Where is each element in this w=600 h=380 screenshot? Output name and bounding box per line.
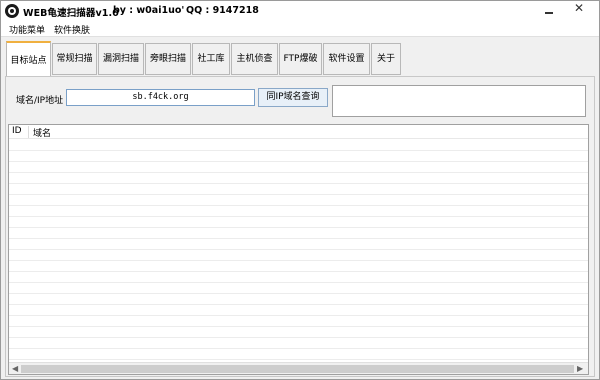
row-gridline: [9, 172, 588, 173]
horizontal-scrollbar[interactable]: ◀ ▶: [9, 362, 588, 374]
row-gridline: [9, 282, 588, 283]
scroll-right-icon[interactable]: ▶: [577, 364, 583, 373]
row-gridline: [9, 183, 588, 184]
app-logo-icon: [5, 4, 19, 18]
list-rows: [9, 139, 588, 362]
qq-text: QQ : 9147218: [186, 5, 259, 16]
row-gridline: [9, 315, 588, 316]
domain-label: 域名/IP地址: [16, 96, 64, 106]
title-bar: WEB龟速扫描器v1.0 by : w0ai1uo' QQ : 9147218 …: [1, 1, 599, 21]
tab-normal-scan[interactable]: 常规扫描: [52, 43, 97, 75]
scrollbar-thumb[interactable]: [21, 365, 574, 373]
row-gridline: [9, 249, 588, 250]
row-gridline: [9, 161, 588, 162]
row-gridline: [9, 304, 588, 305]
row-gridline: [9, 150, 588, 151]
row-gridline: [9, 238, 588, 239]
menu-skin[interactable]: 软件换肤: [54, 23, 90, 36]
row-gridline: [9, 216, 588, 217]
row-gridline: [9, 271, 588, 272]
domain-input[interactable]: sb.f4ck.org: [66, 89, 255, 106]
tab-ftp-brute[interactable]: FTP爆破: [279, 43, 322, 75]
tab-host-recon[interactable]: 主机侦查: [231, 43, 278, 75]
row-gridline: [9, 227, 588, 228]
tab-side-scan[interactable]: 旁眼扫描: [145, 43, 191, 75]
row-gridline: [9, 326, 588, 327]
tab-vuln-scan[interactable]: 漏洞扫描: [98, 43, 144, 75]
window-title: WEB龟速扫描器v1.0: [23, 8, 119, 19]
row-gridline: [9, 293, 588, 294]
scroll-left-icon[interactable]: ◀: [12, 364, 18, 373]
column-header-id[interactable]: ID: [12, 126, 22, 136]
app-window: WEB龟速扫描器v1.0 by : w0ai1uo' QQ : 9147218 …: [0, 0, 600, 380]
author-text: by : w0ai1uo': [113, 5, 185, 16]
row-gridline: [9, 337, 588, 338]
results-list[interactable]: ID 域名 ◀ ▶: [8, 124, 589, 375]
row-gridline: [9, 194, 588, 195]
same-ip-query-button[interactable]: 同IP域名查询: [258, 88, 328, 107]
row-gridline: [9, 205, 588, 206]
list-header: ID 域名: [9, 125, 588, 139]
result-info-box: [332, 85, 586, 117]
menu-bar: 功能菜单 软件换肤: [1, 21, 599, 37]
tab-settings[interactable]: 软件设置: [323, 43, 370, 75]
column-divider[interactable]: [28, 126, 29, 138]
row-gridline: [9, 359, 588, 360]
row-gridline: [9, 260, 588, 261]
menu-function[interactable]: 功能菜单: [9, 23, 45, 36]
minimize-icon[interactable]: [541, 3, 557, 17]
tab-about[interactable]: 关于: [371, 43, 401, 75]
target-site-panel: 域名/IP地址 sb.f4ck.org 同IP域名查询 ID 域名 ◀ ▶: [5, 76, 595, 377]
close-icon[interactable]: ✕: [563, 1, 597, 17]
row-gridline: [9, 348, 588, 349]
column-header-domain[interactable]: 域名: [33, 126, 51, 139]
tab-social-db[interactable]: 社工库: [192, 43, 230, 75]
tab-target-site[interactable]: 目标站点: [6, 41, 51, 77]
